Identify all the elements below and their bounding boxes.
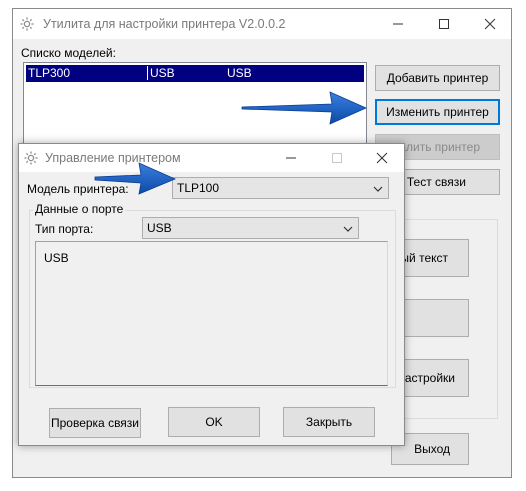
port-group-label: Данные о порте bbox=[33, 202, 126, 216]
port-detail-panel: USB bbox=[35, 241, 388, 386]
maximize-icon[interactable] bbox=[421, 9, 467, 39]
model-select-value: TLP100 bbox=[177, 181, 220, 195]
list-item-port-value: USB bbox=[227, 66, 252, 80]
port-type-select[interactable]: USB bbox=[142, 217, 359, 239]
minimize-icon[interactable] bbox=[268, 144, 314, 172]
check-connection-button[interactable]: Проверка связи bbox=[49, 408, 141, 438]
arrow-pointer bbox=[94, 162, 177, 195]
close-icon[interactable] bbox=[359, 144, 405, 172]
models-label: Списко моделей: bbox=[21, 46, 116, 60]
close-icon[interactable] bbox=[467, 9, 513, 39]
port-type-select-value: USB bbox=[147, 221, 172, 235]
edit-printer-button[interactable]: Изменить принтер bbox=[375, 99, 500, 125]
chevron-down-icon bbox=[343, 221, 353, 235]
gear-icon bbox=[23, 150, 39, 166]
gear-icon bbox=[19, 16, 35, 32]
port-type-label: Тип порта: bbox=[35, 222, 94, 236]
list-item[interactable]: TLP300 USB USB bbox=[26, 65, 364, 82]
list-item-model: TLP300 bbox=[28, 66, 71, 80]
main-titlebar: Утилита для настройки принтера V2.0.0.2 bbox=[13, 9, 511, 39]
main-window-title: Утилита для настройки принтера V2.0.0.2 bbox=[43, 17, 286, 31]
close-button[interactable]: Закрыть bbox=[283, 407, 375, 437]
dialog-titlebar: Управление принтером bbox=[19, 144, 404, 172]
chevron-down-icon bbox=[373, 181, 383, 195]
ok-button[interactable]: OK bbox=[168, 407, 260, 437]
add-printer-button[interactable]: Добавить принтер bbox=[375, 65, 500, 91]
list-item-port: USB bbox=[147, 66, 175, 80]
maximize-icon bbox=[314, 144, 360, 172]
printer-dialog: Управление принтером Модель принтера: TL… bbox=[18, 143, 405, 446]
port-detail-value: USB bbox=[44, 251, 69, 265]
model-select[interactable]: TLP100 bbox=[172, 177, 389, 199]
minimize-icon[interactable] bbox=[375, 9, 421, 39]
arrow-pointer bbox=[241, 91, 367, 125]
